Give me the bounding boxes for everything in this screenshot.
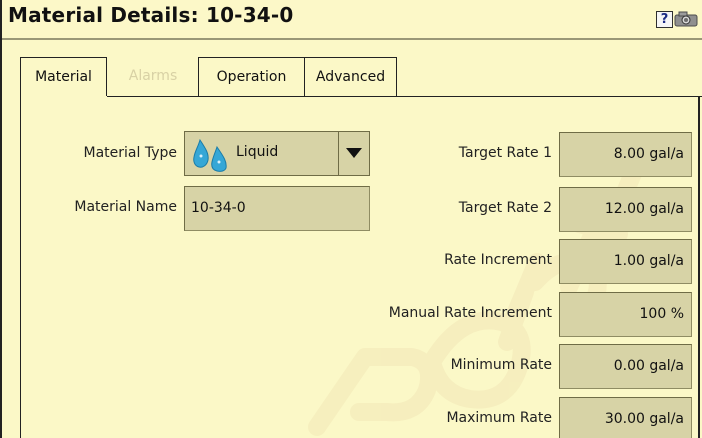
title-bar: Material Details: 10-34-0 ?	[2, 0, 702, 40]
material-type-label: Material Type	[83, 145, 177, 161]
material-name-label: Material Name	[74, 199, 177, 215]
material-name-field[interactable]: 10-34-0	[184, 186, 370, 231]
camera-icon[interactable]	[674, 10, 702, 28]
tab-operation[interactable]: Operation	[198, 57, 305, 97]
target-rate-1-label: Target Rate 1	[458, 145, 552, 161]
tab-advanced[interactable]: Advanced	[305, 57, 397, 97]
manual-rate-increment-field[interactable]: 100 %	[559, 292, 692, 337]
material-type-value: Liquid	[236, 144, 279, 160]
maximum-rate-label: Maximum Rate	[446, 410, 552, 426]
active-tab-connector	[21, 96, 107, 98]
tab-material[interactable]: Material	[20, 57, 107, 98]
help-button[interactable]: ?	[656, 11, 673, 28]
minimum-rate-field[interactable]: 0.00 gal/a	[559, 344, 692, 389]
material-details-window: Material Details: 10-34-0 ? Material Ala…	[0, 0, 702, 438]
material-type-dropdown[interactable]: Liquid	[184, 131, 370, 176]
tab-alarms[interactable]: Alarms	[108, 57, 198, 97]
manual-rate-increment-label: Manual Rate Increment	[388, 305, 552, 321]
target-rate-2-field[interactable]: 12.00 gal/a	[559, 187, 692, 232]
target-rate-2-label: Target Rate 2	[458, 200, 552, 216]
window-title: Material Details: 10-34-0	[8, 3, 294, 27]
panel-right-edge	[698, 96, 700, 438]
target-rate-1-field[interactable]: 8.00 gal/a	[559, 132, 692, 177]
rate-increment-label: Rate Increment	[444, 252, 552, 268]
minimum-rate-label: Minimum Rate	[450, 357, 552, 373]
rate-increment-field[interactable]: 1.00 gal/a	[559, 239, 692, 284]
chevron-down-icon[interactable]	[338, 132, 369, 175]
maximum-rate-field[interactable]: 30.00 gal/a	[559, 397, 692, 438]
liquid-drops-icon	[193, 138, 227, 172]
